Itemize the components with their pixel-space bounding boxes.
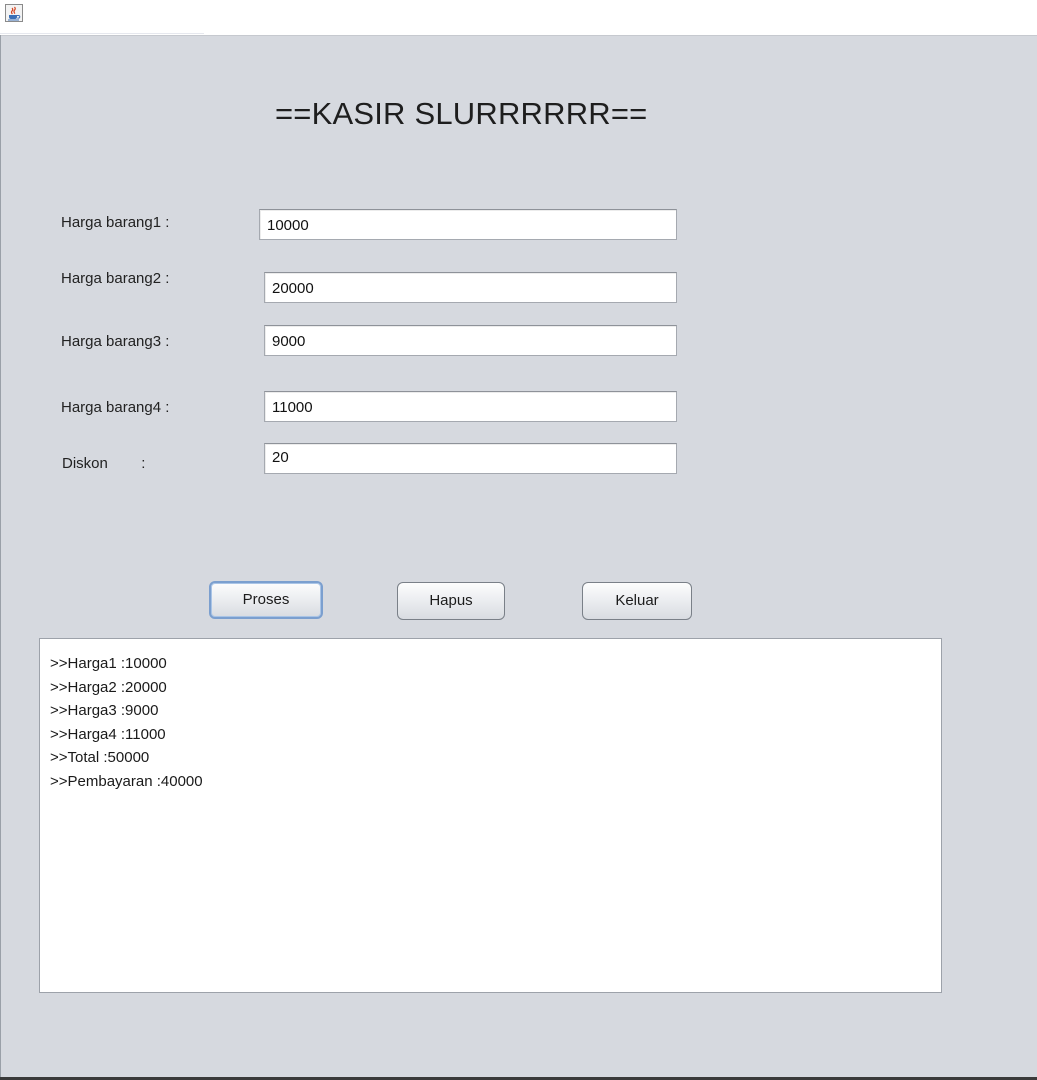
output-line-pembayaran: >>Pembayaran :40000: [50, 772, 203, 790]
hapus-button[interactable]: Hapus: [397, 582, 505, 620]
harga-barang4-input[interactable]: 11000: [264, 391, 677, 422]
diskon-input[interactable]: 20: [264, 443, 677, 474]
harga-barang1-input[interactable]: 10000: [259, 209, 677, 240]
title-bar: [0, 0, 1037, 35]
output-textarea[interactable]: >>Harga1 :10000 >>Harga2 :20000 >>Harga3…: [39, 638, 942, 993]
app-window: ==KASIR SLURRRRRR== Harga barang1 : 1000…: [0, 0, 1037, 1080]
harga-barang4-label: Harga barang4 :: [61, 399, 170, 416]
output-line-harga4: >>Harga4 :11000: [50, 725, 166, 743]
proses-button[interactable]: Proses: [209, 581, 323, 619]
title-tab-underline: [0, 33, 204, 34]
harga-barang2-label: Harga barang2 :: [61, 270, 170, 287]
output-line-total: >>Total :50000: [50, 749, 150, 766]
harga-barang3-input[interactable]: 9000: [264, 325, 677, 356]
diskon-label: Diskon :: [62, 455, 146, 472]
harga-barang3-label: Harga barang3 :: [61, 333, 170, 350]
harga-barang2-input[interactable]: 20000: [264, 272, 677, 303]
output-line-harga1: >>Harga1 :10000: [50, 655, 167, 672]
keluar-button[interactable]: Keluar: [582, 582, 692, 620]
harga-barang1-label: Harga barang1 :: [61, 214, 170, 231]
output-line-harga2: >>Harga2 :20000: [50, 678, 167, 696]
java-cup-icon[interactable]: [5, 4, 23, 22]
page-title: ==KASIR SLURRRRRR==: [275, 96, 648, 131]
output-line-harga3: >>Harga3 :9000: [50, 702, 159, 719]
